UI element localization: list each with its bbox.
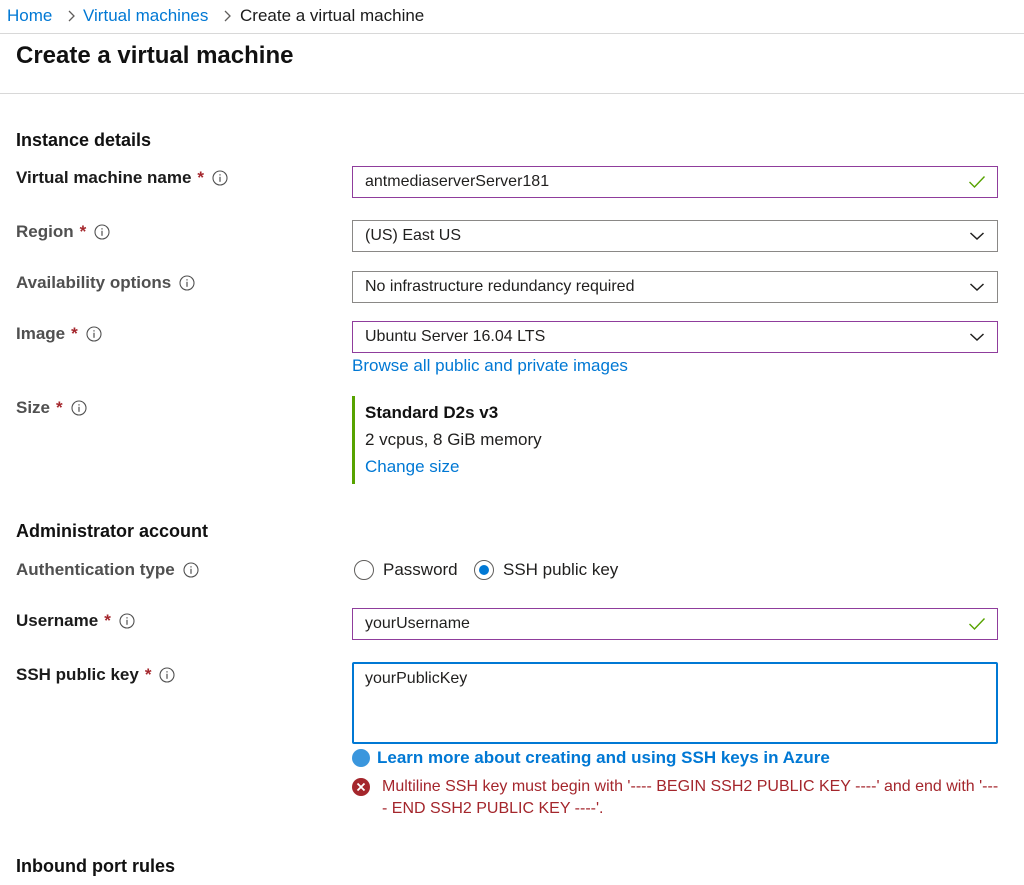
chevron-down-icon bbox=[957, 221, 997, 251]
radio-circle[interactable] bbox=[354, 560, 374, 580]
ssh-key-error-text: Multiline SSH key must begin with '---- … bbox=[382, 778, 999, 817]
info-dot-icon bbox=[352, 749, 370, 767]
info-icon[interactable] bbox=[94, 224, 110, 240]
username-label-text: Username bbox=[16, 611, 99, 630]
image-label-text: Image bbox=[16, 324, 66, 343]
auth-type-label: Authentication type bbox=[16, 560, 199, 580]
checkmark-icon bbox=[957, 609, 997, 639]
auth-type-label-text: Authentication type bbox=[16, 560, 175, 579]
breadcrumb-current: Create a virtual machine bbox=[240, 6, 425, 25]
error-x-icon bbox=[352, 778, 370, 796]
info-icon[interactable] bbox=[159, 667, 176, 683]
region-label: Region * bbox=[16, 222, 110, 242]
required-marker: * bbox=[197, 168, 205, 187]
change-size-link[interactable]: Change size bbox=[365, 457, 460, 477]
ssh-learn-more[interactable]: Learn more about creating and using SSH … bbox=[352, 748, 830, 768]
image-label: Image * bbox=[16, 324, 102, 344]
required-marker: * bbox=[56, 398, 63, 417]
availability-select[interactable]: No infrastructure redundancy required bbox=[352, 271, 998, 303]
breadcrumb-home-link[interactable]: Home bbox=[7, 6, 52, 26]
radio-password[interactable]: Password bbox=[354, 560, 458, 580]
size-accent-bar bbox=[352, 396, 355, 484]
radio-ssh-public-key[interactable]: SSH public key bbox=[474, 560, 618, 580]
required-marker: * bbox=[104, 611, 111, 630]
breadcrumb-virtual-machines-link[interactable]: Virtual machines bbox=[83, 6, 208, 26]
required-marker: * bbox=[144, 665, 152, 684]
chevron-right-icon bbox=[224, 10, 231, 22]
vm-name-input[interactable]: antmediaserverServer181 bbox=[352, 166, 998, 198]
section-instance-details: Instance details bbox=[16, 130, 152, 150]
radio-ssh-label: SSH public key bbox=[503, 560, 619, 579]
username-input[interactable]: yourUsername bbox=[352, 608, 998, 640]
title-divider bbox=[0, 93, 1024, 94]
section-inbound-port-rules: Inbound port rules bbox=[16, 856, 175, 876]
ssh-key-label: SSH public key * bbox=[16, 665, 176, 685]
ssh-key-label-text: SSH public key bbox=[16, 665, 139, 684]
image-value: Ubuntu Server 16.04 LTS bbox=[365, 328, 546, 345]
ssh-learn-more-link[interactable]: Learn more about creating and using SSH … bbox=[377, 748, 830, 768]
info-icon[interactable] bbox=[119, 613, 135, 629]
availability-value: No infrastructure redundancy required bbox=[365, 278, 635, 295]
page-title: Create a virtual machine bbox=[16, 42, 294, 69]
vm-name-value: antmediaserverServer181 bbox=[365, 173, 550, 190]
info-icon[interactable] bbox=[183, 562, 199, 578]
ssh-key-error: Multiline SSH key must begin with '---- … bbox=[352, 776, 1002, 820]
chevron-right-icon bbox=[68, 10, 75, 22]
size-label-text: Size bbox=[16, 398, 51, 417]
radio-password-label: Password bbox=[383, 560, 458, 579]
username-label: Username * bbox=[16, 611, 135, 631]
size-name: Standard D2s v3 bbox=[365, 403, 499, 422]
ssh-key-textarea[interactable]: yourPublicKey bbox=[352, 662, 998, 744]
checkmark-icon bbox=[957, 167, 997, 197]
info-icon[interactable] bbox=[179, 275, 195, 291]
browse-images-link[interactable]: Browse all public and private images bbox=[352, 356, 628, 376]
username-value: yourUsername bbox=[365, 615, 470, 632]
image-select[interactable]: Ubuntu Server 16.04 LTS bbox=[352, 321, 998, 353]
region-value: (US) East US bbox=[365, 227, 462, 244]
region-select[interactable]: (US) East US bbox=[352, 220, 998, 252]
radio-circle-selected[interactable] bbox=[474, 560, 494, 580]
info-icon[interactable] bbox=[71, 400, 87, 416]
availability-label-text: Availability options bbox=[16, 273, 172, 292]
size-label: Size * bbox=[16, 398, 87, 418]
region-label-text: Region bbox=[16, 222, 74, 241]
size-description: 2 vcpus, 8 GiB memory bbox=[365, 430, 542, 449]
vm-name-label: Virtual machine name * bbox=[16, 168, 228, 188]
info-icon[interactable] bbox=[86, 326, 102, 342]
availability-label: Availability options bbox=[16, 273, 195, 293]
chevron-down-icon bbox=[957, 272, 997, 302]
required-marker: * bbox=[71, 324, 78, 343]
section-administrator-account: Administrator account bbox=[16, 521, 209, 541]
vm-name-label-text: Virtual machine name bbox=[16, 168, 192, 187]
breadcrumb: Home Virtual machines Create a virtual m… bbox=[0, 0, 1024, 34]
chevron-down-icon bbox=[957, 322, 997, 352]
required-marker: * bbox=[79, 222, 87, 241]
info-icon[interactable] bbox=[212, 170, 228, 186]
